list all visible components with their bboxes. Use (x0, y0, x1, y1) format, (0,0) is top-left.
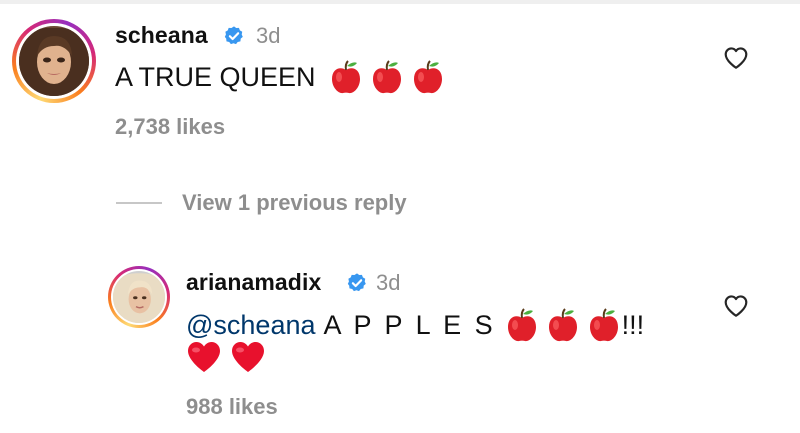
apple-emoji-icon (506, 308, 538, 342)
avatar[interactable] (12, 19, 96, 103)
verified-badge-icon (223, 25, 245, 47)
avatar-photo (19, 26, 89, 96)
reply-username[interactable]: arianamadix (186, 269, 321, 296)
view-previous-reply-button[interactable]: View 1 previous reply (182, 190, 407, 216)
like-heart-icon[interactable] (723, 293, 749, 319)
mention-link[interactable]: @scheana (186, 310, 316, 341)
apple-emoji-icon (547, 308, 579, 342)
red-heart-emoji-icon (230, 340, 266, 374)
comment-body: A TRUE QUEEN (115, 61, 316, 92)
reply-text-line-2 (186, 339, 274, 375)
apple-emoji-icon (412, 60, 444, 94)
comment-username[interactable]: scheana (115, 22, 208, 49)
like-heart-icon[interactable] (723, 45, 749, 71)
top-divider (0, 0, 800, 4)
apple-emoji-icon (371, 60, 403, 94)
red-heart-emoji-icon (186, 340, 222, 374)
comment-text: A TRUE QUEEN (115, 58, 444, 96)
comment-likes-count[interactable]: 2,738 likes (115, 114, 225, 140)
reply-avatar-photo (113, 271, 165, 323)
reply-likes-count[interactable]: 988 likes (186, 394, 278, 420)
apple-emoji-icon (588, 308, 620, 342)
reply-suffix: !!! (621, 309, 645, 340)
reply-timestamp[interactable]: 3d (376, 270, 400, 296)
reply-body: A P P L E S (323, 309, 496, 340)
apple-emoji-icon (330, 60, 362, 94)
comment-timestamp[interactable]: 3d (256, 23, 280, 49)
reply-avatar[interactable] (108, 266, 170, 328)
verified-badge-icon (346, 272, 368, 294)
reply-thread-line (116, 202, 162, 204)
